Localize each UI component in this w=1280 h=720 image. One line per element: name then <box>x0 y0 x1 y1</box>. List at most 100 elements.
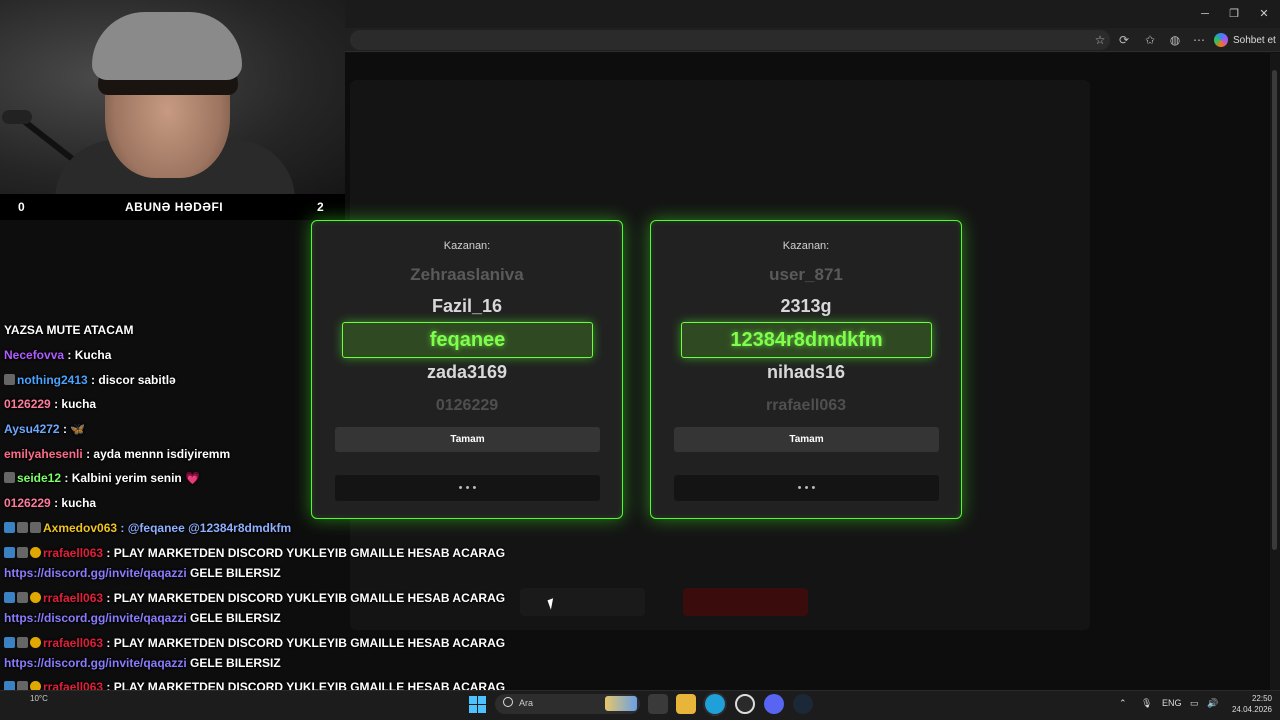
chat-username[interactable]: nothing2413 <box>17 373 88 387</box>
search-placeholder: Ara <box>519 698 534 708</box>
background-button <box>520 588 645 616</box>
minimize-icon[interactable]: ─ <box>1190 4 1220 24</box>
favorites-icon[interactable]: ✩ <box>1140 30 1160 50</box>
steam-icon[interactable] <box>793 694 813 714</box>
chat-badge-icon <box>17 522 28 533</box>
search-highlight-image <box>605 696 637 711</box>
weather-widget[interactable]: 10°C <box>30 694 48 703</box>
chat-text: : PLAY MARKETDEN DISCORD YUKLEYIB GMAILL… <box>106 546 506 560</box>
chat-badge-icon <box>17 547 28 558</box>
loading-dots: • • • <box>674 475 939 501</box>
discord-icon[interactable] <box>764 694 784 714</box>
chat-badge-icon <box>4 547 15 558</box>
chat-text: GELE BILERSIZ <box>186 611 281 625</box>
extensions-icon[interactable]: ⟳ <box>1114 30 1134 50</box>
chat-text: : PLAY MARKETDEN DISCORD YUKLEYIB GMAILL… <box>106 591 506 605</box>
task-view-icon[interactable] <box>648 694 668 714</box>
chat-username[interactable]: 0126229 <box>4 397 51 411</box>
edge-browser-icon[interactable] <box>705 694 725 714</box>
wheel-name: 2313g <box>780 296 832 316</box>
goal-current: 0 <box>18 200 25 214</box>
winner-name: 12384r8dmdkfm <box>730 329 883 351</box>
chat-text: : Kalbini yerim senin 💗 <box>64 471 201 485</box>
chat-text: : Kucha <box>67 348 112 362</box>
wheel-name-faded: Zehraaslaniva <box>410 265 524 284</box>
chat-text: : kucha <box>54 496 97 510</box>
chat-text: GELE BILERSIZ <box>186 656 281 670</box>
microphone-icon[interactable]: 🎙 <box>1141 698 1152 709</box>
webcam-feed <box>0 0 345 194</box>
copilot-button[interactable]: Sohbet et <box>1214 30 1276 50</box>
profile-icon[interactable]: ◍ <box>1165 30 1185 50</box>
maximize-icon[interactable]: ❐ <box>1219 4 1249 24</box>
chat-link[interactable]: https://discord.gg/invite/qaqazzi <box>4 566 187 580</box>
windows-start-icon[interactable] <box>469 696 486 713</box>
chat-badge-icon <box>30 637 41 648</box>
chat-badge-icon <box>30 592 41 603</box>
goal-title: ABUNƏ HƏDƏFI <box>125 200 224 214</box>
taskbar: 10°C <box>0 690 1280 720</box>
chat-username[interactable]: rrafaell063 <box>43 546 103 560</box>
obs-icon[interactable] <box>735 694 755 714</box>
chat-badge-icon <box>17 592 28 603</box>
file-explorer-icon[interactable] <box>676 694 696 714</box>
volume-icon[interactable]: 🔊 <box>1207 698 1218 709</box>
close-icon[interactable]: ✕ <box>1249 4 1279 24</box>
winner-label: Kazanan: <box>443 240 491 252</box>
chat-badge-icon <box>4 472 15 483</box>
chat-message: seide12 : Kalbini yerim senin 💗 <box>4 471 200 485</box>
subscriber-goal-bar: 0 ABUNƏ HƏDƏFI 2 <box>0 194 345 220</box>
copilot-label: Sohbet et <box>1233 34 1276 46</box>
favorite-star-icon[interactable]: ☆ <box>1090 30 1110 50</box>
clock-time: 22:50 <box>1251 694 1272 703</box>
taskbar-clock[interactable]: 22:50 24.04.2026 <box>1228 693 1272 715</box>
network-icon[interactable]: ▭ <box>1190 698 1199 709</box>
chat-message: Axmedov063 : @feqanee @12384r8dmdkfm <box>4 521 291 535</box>
winner-highlight: feqanee <box>342 322 593 358</box>
chat-link[interactable]: https://discord.gg/invite/qaqazzi <box>4 656 187 670</box>
chat-username[interactable]: Necefovva <box>4 348 64 362</box>
chat-username[interactable]: emilyahesenli <box>4 447 83 461</box>
chat-message: rrafaell063 : PLAY MARKETDEN DISCORD YUK… <box>4 546 505 560</box>
chat-text: : kucha <box>54 397 97 411</box>
chat-username[interactable]: rrafaell063 <box>43 636 103 650</box>
chat-badge-icon <box>4 522 15 533</box>
chat-text: YAZSA MUTE ATACAM <box>4 323 134 337</box>
chat-message: Necefovva : Kucha <box>4 348 111 362</box>
chat-message: 0126229 : kucha <box>4 397 96 411</box>
loading-dots: • • • <box>335 475 600 501</box>
chat-text: : discor sabitlə <box>91 373 176 387</box>
chat-message-continuation: https://discord.gg/invite/qaqazzi GELE B… <box>4 611 281 625</box>
wheel-name-faded: user_871 <box>769 265 843 284</box>
wheel-name-faded: rrafaell063 <box>765 397 847 414</box>
ok-button[interactable]: Tamam <box>335 427 600 452</box>
chat-link[interactable]: https://discord.gg/invite/qaqazzi <box>4 611 187 625</box>
chat-badge-icon <box>30 547 41 558</box>
language-indicator[interactable]: ENG <box>1162 698 1182 708</box>
chat-badge-icon <box>4 637 15 648</box>
streamer-cap <box>92 12 242 80</box>
chat-text: GELE BILERSIZ <box>186 566 281 580</box>
chat-username[interactable]: Axmedov063 <box>43 521 117 535</box>
chat-message: emilyahesenli : ayda mennn isdiyiremm <box>4 447 230 461</box>
chat-badge-icon <box>30 522 41 533</box>
chat-badge-icon <box>4 592 15 603</box>
chat-message: YAZSA MUTE ATACAM <box>4 323 134 337</box>
scrollbar-thumb[interactable] <box>1272 70 1277 550</box>
chat-message-continuation: https://discord.gg/invite/qaqazzi GELE B… <box>4 656 281 670</box>
copilot-icon <box>1214 33 1228 47</box>
chat-text: : PLAY MARKETDEN DISCORD YUKLEYIB GMAILL… <box>106 636 506 650</box>
ok-button[interactable]: Tamam <box>674 427 939 452</box>
chat-text: : 🦋 <box>62 422 86 436</box>
chat-username[interactable]: seide12 <box>17 471 61 485</box>
wheel-name: nihads16 <box>766 362 846 382</box>
tray-chevron-icon[interactable]: ⌃ <box>1119 698 1127 709</box>
chat-username[interactable]: Aysu4272 <box>4 422 60 436</box>
clock-date: 24.04.2026 <box>1231 705 1272 714</box>
chat-username[interactable]: 0126229 <box>4 496 51 510</box>
more-menu-icon[interactable]: ⋯ <box>1189 30 1209 50</box>
chat-text: : @feqanee @12384r8dmdkfm <box>120 521 292 535</box>
chat-badge-icon <box>17 637 28 648</box>
url-field[interactable] <box>350 30 1110 50</box>
chat-username[interactable]: rrafaell063 <box>43 591 103 605</box>
